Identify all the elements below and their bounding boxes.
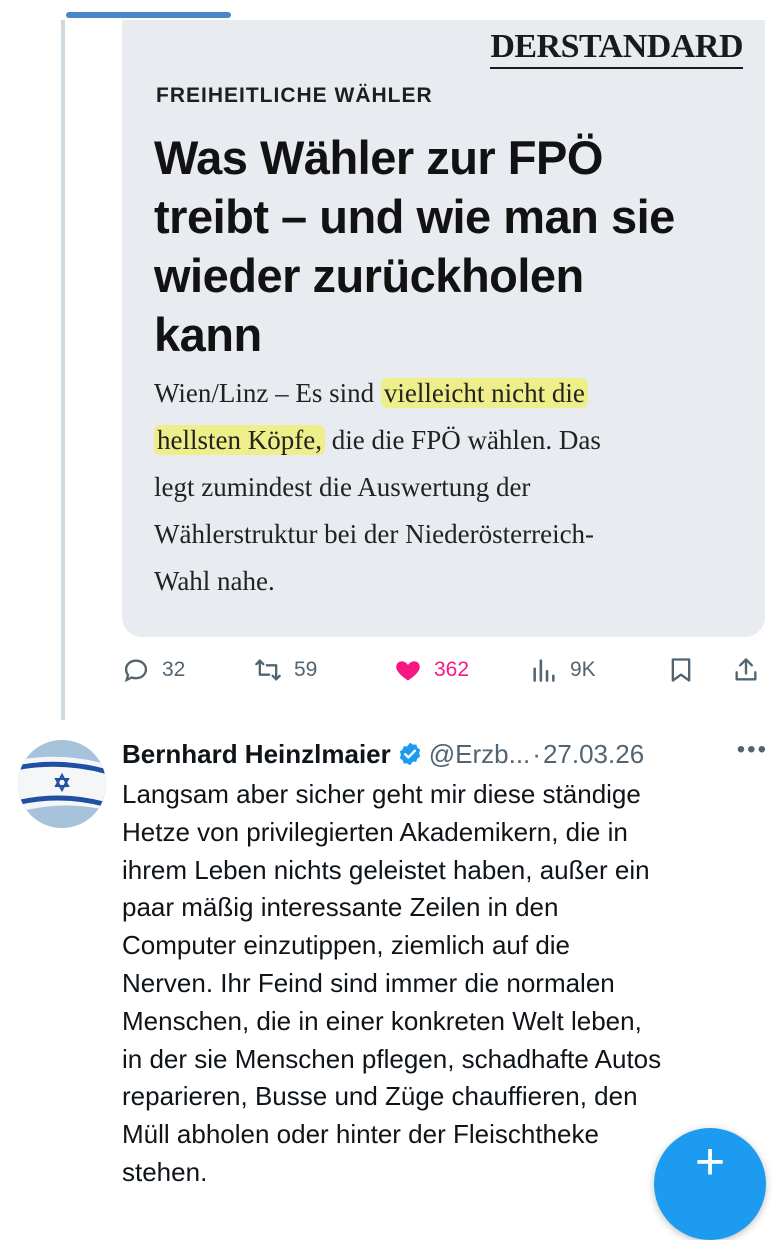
retweet-count: 59	[294, 658, 318, 681]
article-kicker: FREIHEITLICHE WÄHLER	[156, 84, 433, 107]
author-name[interactable]: Bernhard Heinzlmaier	[122, 739, 391, 770]
reply-line: in der sie Menschen pflegen, schadhafte …	[122, 1043, 662, 1074]
reply-line: Computer einzutippen, ziemlich auf die	[122, 930, 571, 961]
headline-line: wieder zurückholen	[154, 249, 584, 302]
scroll-indicator	[66, 12, 231, 18]
highlighted-text: vielleicht nicht die	[380, 378, 588, 408]
reply-body: Langsam aber sicher geht mir diese ständ…	[122, 776, 762, 1192]
reply-line: Hetze von privilegierten Akademikern, di…	[122, 816, 628, 847]
retweet-button[interactable]: 59	[254, 650, 317, 690]
lede-line: legt zumindest die Auswertung der	[154, 472, 531, 502]
bookmark-icon	[671, 658, 691, 682]
separator-dot: ·	[532, 738, 541, 769]
lede-line: Wahl nahe.	[154, 566, 275, 596]
views-button[interactable]: 9K	[530, 650, 596, 690]
reply-header: Bernhard Heinzlmaier @Erzb... · 27.03.26…	[122, 734, 772, 774]
reply-line: Menschen, die in einer konkreten Welt le…	[122, 1005, 642, 1036]
quoted-article-image[interactable]: DERSTANDARD FREIHEITLICHE WÄHLER Was Wäh…	[122, 20, 765, 637]
views-icon	[533, 659, 555, 682]
compose-plus-icon: +	[694, 1133, 726, 1191]
like-count: 362	[434, 658, 470, 681]
article-headline: Was Wähler zur FPÖ treibt – und wie man …	[154, 128, 744, 364]
reply-icon	[124, 659, 148, 683]
more-options-icon[interactable]: •••	[737, 736, 768, 764]
publisher-logo: DERSTANDARD	[490, 28, 743, 69]
author-avatar[interactable]	[18, 740, 106, 828]
reply-line: ihrem Leben nichts geleistet haben, auße…	[122, 854, 650, 885]
lede-text: die die FPÖ wählen. Das	[324, 425, 601, 455]
retweet-icon	[255, 659, 281, 681]
israel-flag-avatar	[18, 740, 106, 828]
article-lede: Wien/Linz – Es sind vielleicht nicht die…	[154, 370, 754, 605]
reply-button[interactable]: 32	[122, 650, 185, 690]
lede-text: Wien/Linz – Es sind	[154, 378, 381, 408]
views-count: 9K	[570, 658, 596, 681]
bookmark-button[interactable]	[667, 650, 695, 690]
tweet-action-bar: 32 59 362 9K	[122, 650, 772, 690]
lede-line: Wählerstruktur bei der Niederösterreich-	[154, 519, 595, 549]
highlighted-text: hellsten Köpfe,	[154, 425, 325, 455]
heart-icon	[396, 661, 420, 681]
author-handle[interactable]: @Erzb...	[429, 739, 531, 770]
thread-connector-line	[61, 20, 65, 720]
reply-line: Langsam aber sicher geht mir diese ständ…	[122, 779, 641, 809]
compose-button[interactable]: +	[654, 1128, 766, 1240]
verified-badge-icon	[399, 742, 420, 766]
reply-line: paar mäßig interessante Zeilen in den	[122, 892, 559, 923]
reply-line: Nerven. Ihr Feind sind immer die normale…	[122, 967, 615, 998]
share-button[interactable]	[732, 650, 760, 690]
share-icon	[735, 658, 757, 681]
reply-line: reparieren, Busse und Züge chauffieren, …	[122, 1081, 638, 1112]
like-button[interactable]: 362	[394, 650, 469, 690]
lede-line: hellsten Köpfe, die die FPÖ wählen. Das	[154, 417, 754, 464]
headline-line: Was Wähler zur FPÖ	[154, 131, 603, 184]
headline-line: treibt – und wie man sie	[154, 190, 675, 243]
reply-count: 32	[162, 658, 186, 681]
headline-line: kann	[154, 308, 262, 361]
lede-line: Wien/Linz – Es sind vielleicht nicht die	[154, 370, 754, 417]
post-date[interactable]: 27.03.26	[543, 739, 644, 770]
